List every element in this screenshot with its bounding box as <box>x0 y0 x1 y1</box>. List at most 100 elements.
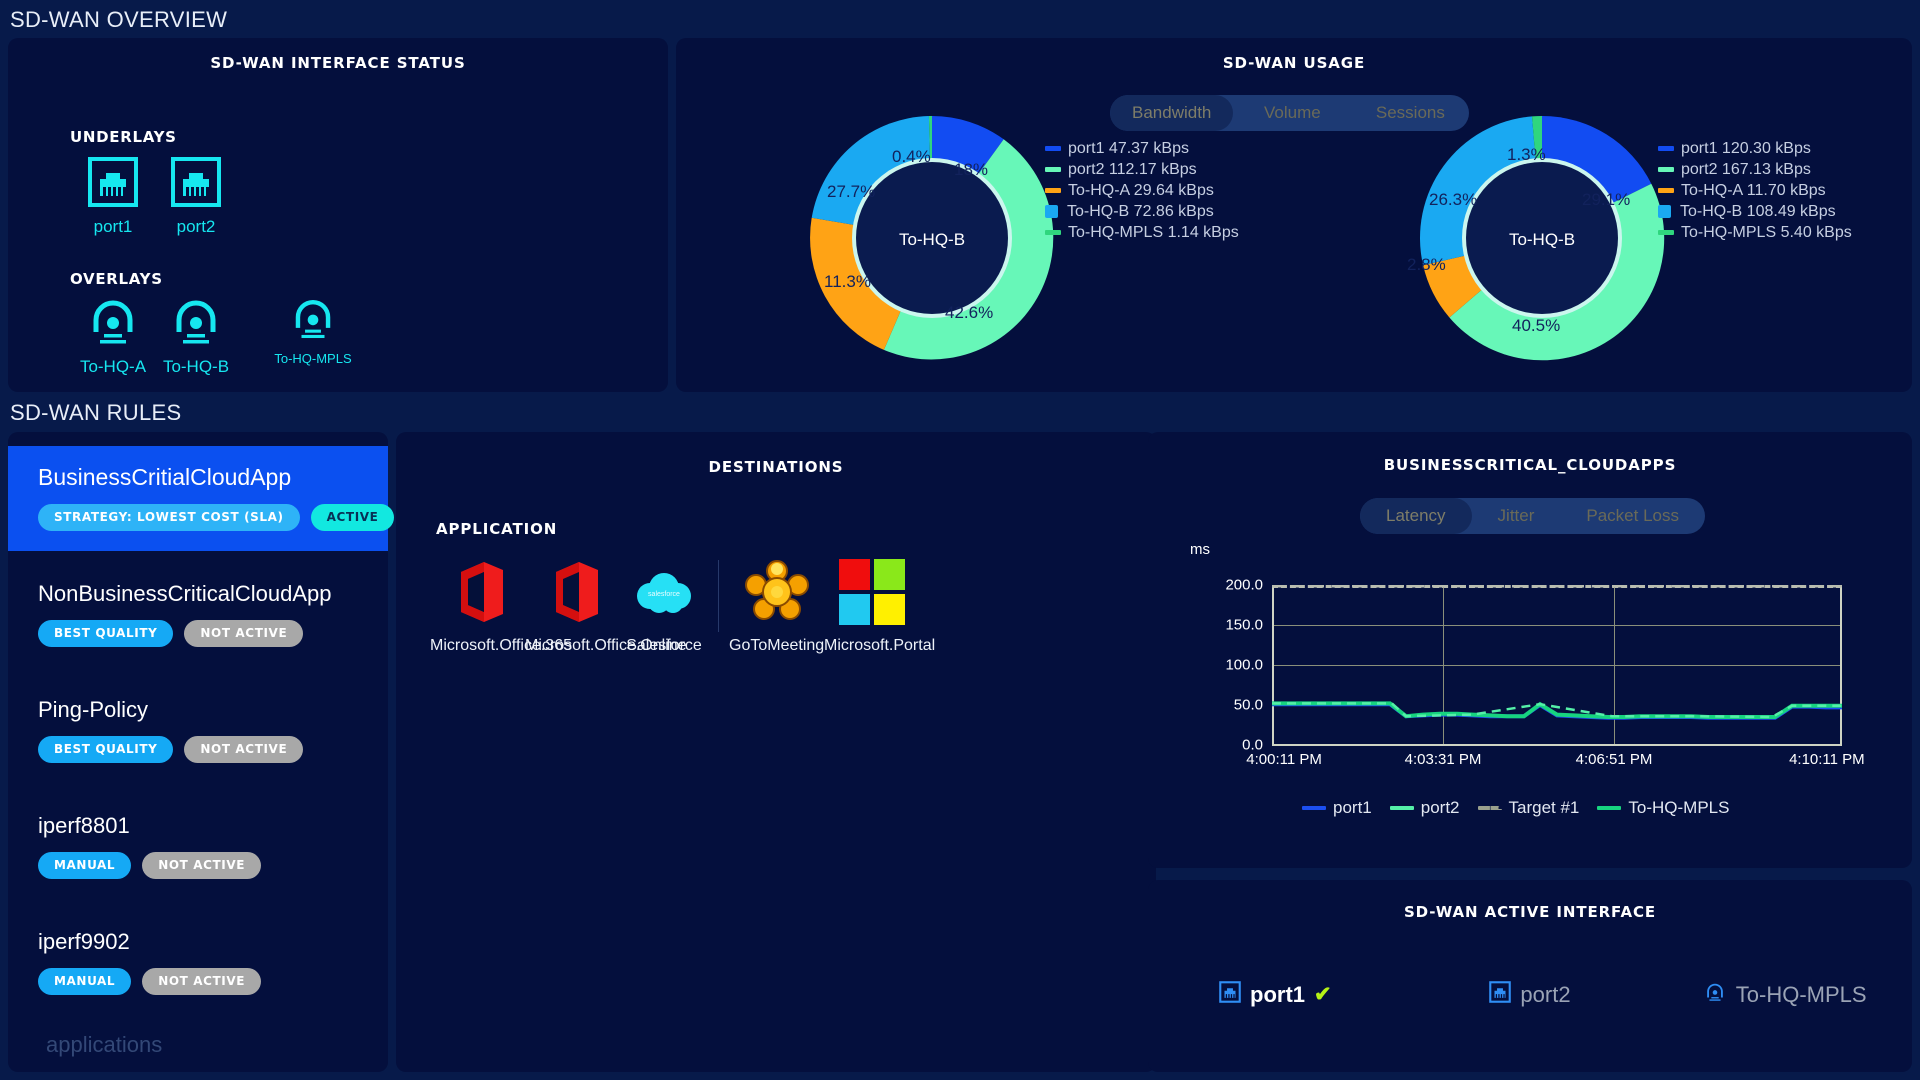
legend-label: To-HQ-B 108.49 kBps <box>1680 202 1836 220</box>
donut1-pct-tohqa: 11.3% <box>824 272 871 291</box>
legend-item: port1 47.37 kBps <box>1045 138 1239 159</box>
underlays-label: UNDERLAYS <box>70 128 177 146</box>
legend-swatch-tohqa <box>1045 188 1061 193</box>
app-item-microsoft-office-365[interactable]: Microsoft.Office.365 <box>430 554 572 655</box>
overlay-label: To-HQ-MPLS <box>274 351 352 366</box>
legend-label: To-HQ-MPLS <box>1628 798 1730 817</box>
microsoft-windows-icon <box>824 554 919 630</box>
donut2-pct-tohqa: 2.8% <box>1407 255 1446 274</box>
latency-line-chart[interactable]: 200.0 150.0 100.0 50.0 0.0 4:00:11 PM 4:… <box>1225 577 1864 769</box>
rule-name: iperf8801 <box>38 813 130 838</box>
overlay-to-hq-b[interactable]: To-HQ-B <box>156 296 236 377</box>
rule-status-chip: NOT ACTIVE <box>184 620 304 647</box>
active-interface-label: port2 <box>1520 981 1571 1007</box>
rule-chips: MANUAL NOT ACTIVE <box>38 852 358 879</box>
app-label: Microsoft.Office.Online <box>525 637 687 654</box>
rule-item-ping-policy[interactable]: Ping-Policy BEST QUALITY NOT ACTIVE <box>8 667 388 783</box>
rule-item-iperf8801[interactable]: iperf8801 MANUAL NOT ACTIVE <box>8 783 388 899</box>
latency-tab-group[interactable]: Latency Jitter Packet Loss <box>1360 498 1705 534</box>
underlay-label: port2 <box>176 217 216 236</box>
active-interface-port1[interactable]: port1 ✔ <box>1148 980 1403 1009</box>
tab-packet-loss[interactable]: Packet Loss <box>1560 498 1705 534</box>
legend-item: port2 167.13 kBps <box>1658 159 1852 180</box>
gotomeeting-icon <box>729 554 824 630</box>
active-interface-port2[interactable]: port2 <box>1403 980 1658 1009</box>
usage-legend-2: port1 120.30 kBps port2 167.13 kBps To-H… <box>1658 138 1852 243</box>
donut1-pct-mpls: 0.4% <box>892 147 931 166</box>
rule-chips: STRATEGY: LOWEST COST (SLA) ACTIVE <box>38 504 395 531</box>
legend-label: To-HQ-MPLS 5.40 kBps <box>1681 223 1852 241</box>
legend-item: To-HQ-A 11.70 kBps <box>1658 180 1852 201</box>
legend-label: To-HQ-A 29.64 kBps <box>1068 181 1214 199</box>
app-item-microsoft-office-online[interactable]: Microsoft.Office.Online <box>525 554 687 655</box>
svg-text:salesforce: salesforce <box>648 591 680 598</box>
app-item-gotomeeting[interactable]: GoToMeeting <box>729 554 824 655</box>
active-interface-label: To-HQ-MPLS <box>1735 981 1867 1007</box>
rule-chips: BEST QUALITY NOT ACTIVE <box>38 620 358 647</box>
check-icon: ✔ <box>1314 983 1332 1006</box>
overlay-to-hq-mpls[interactable]: To-HQ-MPLS <box>273 296 353 366</box>
rule-strategy-chip: MANUAL <box>38 968 132 995</box>
legend-label: port1 47.37 kBps <box>1068 139 1189 157</box>
destinations-title: DESTINATIONS <box>708 458 844 476</box>
usage-title: SD-WAN USAGE <box>1222 54 1366 72</box>
rule-item-iperf9902[interactable]: iperf9902 MANUAL NOT ACTIVE <box>8 899 388 1015</box>
legend-label: port2 167.13 kBps <box>1681 160 1811 178</box>
usage-donut-chart-2[interactable]: To-HQ-B 29.1% 40.5% 2.8% 26.3% 1.3% <box>1407 108 1672 368</box>
active-interface-to-hq-mpls[interactable]: To-HQ-MPLS <box>1657 980 1912 1009</box>
usage-donut-chart-1[interactable]: To-HQ-B 18% 42.6% 11.3% 27.7% 0.4% <box>802 108 1062 368</box>
ytick-150: 150.0 <box>1225 616 1263 634</box>
legend-item: To-HQ-B 72.86 kBps <box>1045 201 1239 222</box>
underlay-port2[interactable]: port2 <box>156 156 236 237</box>
tab-latency[interactable]: Latency <box>1360 498 1472 534</box>
legend-label: port1 120.30 kBps <box>1681 139 1811 157</box>
destinations-panel: DESTINATIONS APPLICATION Microsoft.Offic… <box>396 432 1156 1072</box>
donut2-pct-port2: 40.5% <box>1512 316 1561 335</box>
rule-item-nonbusinesscriticalcloudapp[interactable]: NonBusinessCriticalCloudApp BEST QUALITY… <box>8 551 388 667</box>
tab-volume[interactable]: Volume <box>1233 95 1351 131</box>
legend-item-port1: port1 <box>1302 798 1372 818</box>
legend-label: port1 <box>1333 798 1372 817</box>
app-label: Microsoft.Portal <box>824 637 936 654</box>
active-interface-label: port1 <box>1250 981 1306 1007</box>
overlay-label: To-HQ-B <box>162 357 230 376</box>
overlay-label: To-HQ-A <box>79 357 147 376</box>
rule-item-businesscritialcloudapp[interactable]: BusinessCritialCloudApp STRATEGY: LOWEST… <box>8 446 395 551</box>
legend-swatch-mpls <box>1045 230 1061 235</box>
legend-swatch-port2 <box>1389 806 1414 810</box>
app-item-salesforce[interactable]: salesforce Salesforce <box>620 554 708 655</box>
page-title: SD-WAN OVERVIEW <box>10 7 228 32</box>
donut1-pct-port1: 18% <box>954 160 989 179</box>
legend-swatch-port2 <box>1658 167 1674 172</box>
legend-swatch-target <box>1477 806 1502 810</box>
ethernet-port-icon <box>170 157 222 212</box>
usage-legend-1: port1 47.37 kBps port2 112.17 kBps To-HQ… <box>1045 138 1239 243</box>
legend-item: port2 112.17 kBps <box>1045 159 1239 180</box>
xtick-1: 4:00:11 PM <box>1246 751 1322 768</box>
sdwan-active-interface-panel: SD-WAN ACTIVE INTERFACE port1 ✔ port2 To… <box>1148 880 1912 1072</box>
application-label: APPLICATION <box>436 520 558 538</box>
rule-chips: MANUAL NOT ACTIVE <box>38 968 358 995</box>
xtick-4: 4:10:11 PM <box>1789 751 1865 768</box>
legend-label: To-HQ-A 11.70 kBps <box>1681 181 1826 199</box>
ethernet-port-icon <box>1489 981 1512 1008</box>
latency-panel-title: BUSINESSCRITICAL_CLOUDAPPS <box>1383 456 1677 474</box>
overlay-to-hq-a[interactable]: To-HQ-A <box>73 296 153 377</box>
ytick-100: 100.0 <box>1225 656 1263 674</box>
app-label: Microsoft.Office.365 <box>430 637 572 654</box>
sdwan-interface-status-panel: SD-WAN INTERFACE STATUS UNDERLAYS OVERLA… <box>8 38 668 392</box>
rule-status-chip: NOT ACTIVE <box>184 736 304 763</box>
legend-swatch-tohqb <box>1045 205 1058 218</box>
donut1-pct-port2: 42.6% <box>945 303 994 322</box>
tab-bandwidth[interactable]: Bandwidth <box>1110 95 1234 131</box>
tab-jitter[interactable]: Jitter <box>1472 498 1561 534</box>
latency-series <box>1272 585 1842 720</box>
app-item-microsoft-portal[interactable]: Microsoft.Portal <box>824 554 936 655</box>
donut1-center-label: To-HQ-B <box>898 230 966 249</box>
legend-item-to-hq-mpls: To-HQ-MPLS <box>1597 798 1729 818</box>
active-interface-title: SD-WAN ACTIVE INTERFACE <box>1403 903 1657 921</box>
tunnel-overlay-icon <box>290 300 336 346</box>
ytick-200: 200.0 <box>1225 576 1263 594</box>
interface-status-title: SD-WAN INTERFACE STATUS <box>210 54 466 72</box>
underlay-port1[interactable]: port1 <box>73 156 153 237</box>
